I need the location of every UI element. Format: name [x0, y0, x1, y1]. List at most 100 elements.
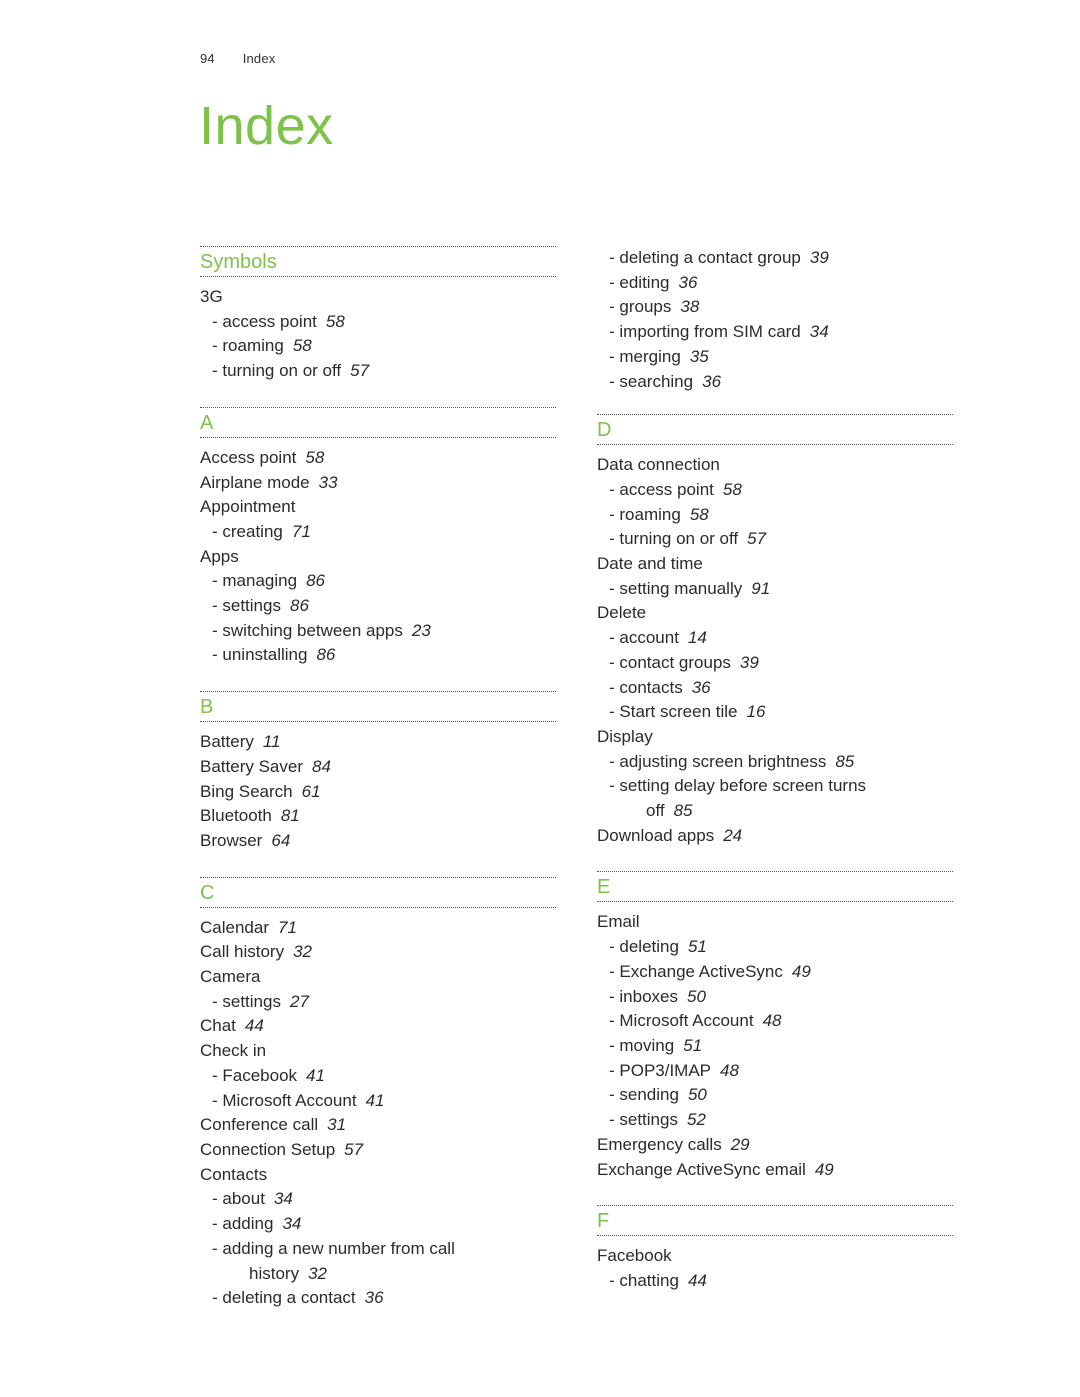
index-entry-page-link[interactable]: 41: [366, 1091, 385, 1110]
index-entry-page-link[interactable]: 36: [692, 678, 711, 697]
index-entry-page-link[interactable]: 24: [723, 826, 742, 845]
index-entry-term: Bluetooth: [200, 806, 272, 826]
index-entry-term: Connection Setup: [200, 1139, 336, 1159]
index-entry-page-link[interactable]: 32: [293, 942, 312, 961]
index-entry-term: - adjusting screen brightness: [609, 751, 827, 771]
index-entry-page-link[interactable]: 44: [688, 1271, 707, 1290]
index-entry: Camera: [200, 965, 556, 990]
index-entry-page-link[interactable]: 91: [751, 579, 770, 598]
index-entry-page-link[interactable]: 48: [720, 1061, 739, 1080]
index-entry: - Exchange ActiveSync 49: [597, 960, 953, 985]
index-entry-page-link[interactable]: 39: [810, 248, 829, 267]
index-entry-page-link[interactable]: 41: [306, 1066, 325, 1085]
index-entry-page-link[interactable]: 11: [263, 732, 281, 751]
index-entry-page-link[interactable]: 48: [763, 1011, 782, 1030]
index-entry-term: Exchange ActiveSync email: [597, 1159, 806, 1179]
index-entry-page-link[interactable]: 32: [308, 1264, 327, 1283]
index-entry-page-link[interactable]: 86: [316, 645, 335, 664]
index-entry-page-link[interactable]: 31: [327, 1115, 346, 1134]
index-entry-page-link[interactable]: 57: [344, 1140, 363, 1159]
index-entry: - roaming 58: [597, 503, 953, 528]
index-entry-page-link[interactable]: 85: [835, 752, 854, 771]
index-entry: Display: [597, 725, 953, 750]
index-entry-page-link[interactable]: 64: [271, 831, 290, 850]
index-entry: - uninstalling 86: [200, 643, 556, 668]
index-entry: Appointment: [200, 495, 556, 520]
index-entry: - sending 50: [597, 1083, 953, 1108]
index-entry-page-link[interactable]: 57: [350, 361, 369, 380]
index-entry-term: - about: [212, 1189, 265, 1209]
index-entry-page-link[interactable]: 58: [293, 336, 312, 355]
index-entry-page-link[interactable]: 51: [688, 937, 707, 956]
index-entry-page-link[interactable]: 51: [683, 1036, 702, 1055]
index-entry-page-link[interactable]: 29: [731, 1135, 750, 1154]
index-section: Symbols 3G - access point 58 - roaming 58 - tu…: [200, 246, 556, 384]
index-entry-page-link[interactable]: 44: [245, 1016, 264, 1035]
index-entry-page-link[interactable]: 85: [674, 801, 693, 820]
index-entry-term: Conference call: [200, 1115, 319, 1135]
index-entry: - importing from SIM card 34: [597, 320, 953, 345]
index-entry-page-link[interactable]: 58: [305, 448, 324, 467]
index-entry-page-link[interactable]: 50: [688, 1085, 707, 1104]
index-entry-page-link[interactable]: 71: [292, 522, 311, 541]
index-entry-page-link[interactable]: 34: [274, 1189, 293, 1208]
index-entry-page-link[interactable]: 36: [702, 372, 721, 391]
index-entry-term: Check in: [200, 1041, 267, 1061]
index-entry-term: - managing: [212, 571, 298, 591]
index-entry-page-link[interactable]: 58: [723, 480, 742, 499]
index-entry: - searching 36: [597, 370, 953, 395]
index-entry-page-link[interactable]: 57: [747, 529, 766, 548]
index-entry-term: - Start screen tile: [609, 702, 738, 722]
index-entry: Browser 64: [200, 829, 556, 854]
section-letter: D: [597, 419, 612, 442]
index-entry-page-link[interactable]: 86: [290, 596, 309, 615]
index-entry-page-link[interactable]: 34: [282, 1214, 301, 1233]
section-letter: B: [200, 696, 214, 719]
index-entry-page-link[interactable]: 84: [312, 757, 331, 776]
index-entry-term: - sending: [609, 1085, 679, 1105]
index-entry-page-link[interactable]: 33: [319, 473, 338, 492]
index-entry: Email: [597, 910, 953, 935]
index-entry-page-link[interactable]: 86: [306, 571, 325, 590]
index-entry-page-link[interactable]: 35: [690, 347, 709, 366]
index-entry-page-link[interactable]: 71: [278, 918, 297, 937]
index-entry-term: Chat: [200, 1016, 236, 1036]
index-entry-term: Battery Saver: [200, 756, 303, 776]
section-letter: Symbols: [200, 251, 277, 273]
section-heading: E: [597, 871, 953, 903]
index-entry: off 85: [597, 799, 953, 824]
index-entry: Date and time: [597, 552, 953, 577]
index-entry-page-link[interactable]: 58: [326, 312, 345, 331]
section-letter: F: [597, 1210, 610, 1233]
index-entry-page-link[interactable]: 81: [281, 806, 300, 825]
index-entry-term: - Exchange ActiveSync: [609, 961, 783, 981]
index-entry-term: Calendar: [200, 917, 269, 937]
index-entry-term: - settings: [609, 1110, 678, 1130]
index-entry-page-link[interactable]: 49: [792, 962, 811, 981]
index-entry-page-link[interactable]: 52: [687, 1110, 706, 1129]
index-entry-page-link[interactable]: 61: [302, 782, 321, 801]
index-entry-term: Facebook: [597, 1246, 672, 1266]
index-entry-term: Email: [597, 912, 640, 932]
index-entry-term: - switching between apps: [212, 620, 403, 640]
index-entry-page-link[interactable]: 16: [747, 702, 766, 721]
index-entry-page-link[interactable]: 14: [688, 628, 707, 647]
index-entry-page-link[interactable]: 27: [290, 992, 309, 1011]
index-entry-page-link[interactable]: 58: [690, 505, 709, 524]
index-entry-term: - adding: [212, 1214, 274, 1234]
index-entry: - access point 58: [597, 478, 953, 503]
index-entry-page-link[interactable]: 36: [678, 273, 697, 292]
index-entry: Chat 44: [200, 1014, 556, 1039]
index-entry-term: - searching: [609, 371, 694, 391]
index-entry-page-link[interactable]: 50: [687, 987, 706, 1006]
index-entry-page-link[interactable]: 36: [365, 1288, 384, 1307]
index-entry: Check in: [200, 1039, 556, 1064]
index-entry-page-link[interactable]: 34: [810, 322, 829, 341]
index-entry-page-link[interactable]: 23: [412, 621, 431, 640]
index-entry: - adding a new number from call: [200, 1237, 556, 1262]
index-entry-page-link[interactable]: 39: [740, 653, 759, 672]
index-entry-term: - editing: [609, 272, 670, 292]
index-entry-page-link[interactable]: 38: [680, 297, 699, 316]
index-entry-page-link[interactable]: 49: [815, 1160, 834, 1179]
index-entry: Exchange ActiveSync email 49: [597, 1158, 953, 1183]
